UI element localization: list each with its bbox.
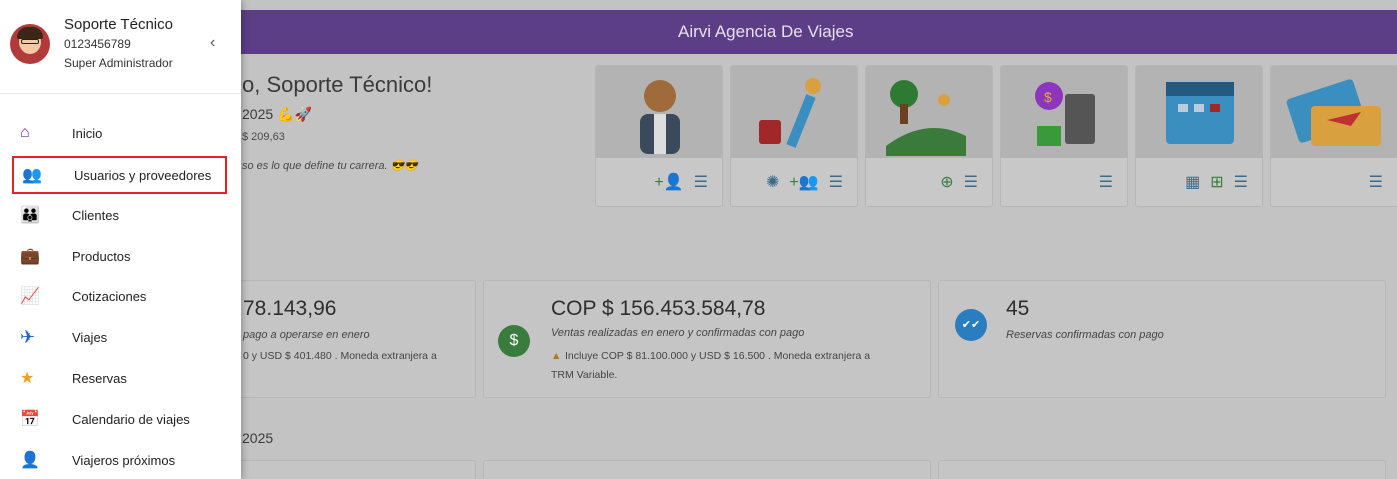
svg-text:$: $ — [1044, 89, 1052, 105]
sidebar-item-inicio[interactable]: ⌂ Inicio — [12, 115, 227, 151]
stat-description: pago a operarse en enero — [243, 329, 370, 341]
stat-description: Ventas realizadas en enero y confirmadas… — [551, 327, 805, 339]
card-users[interactable]: +👤 ☰ — [595, 65, 723, 207]
user-phone: 0123456789 — [64, 37, 131, 51]
avatar[interactable] — [10, 24, 50, 64]
sidebar-item-calendario[interactable]: 📅 Calendario de viajes — [12, 401, 227, 437]
sidebar-item-label: Inicio — [72, 125, 103, 141]
list-icon[interactable]: ☰ — [1369, 172, 1383, 192]
stat-card-sales: $ COP $ 156.453.584,78 Ventas realizadas… — [483, 280, 931, 398]
sidebar-item-label: Viajes — [72, 329, 108, 345]
home-icon: ⌂ — [20, 124, 30, 141]
calculator-icon: $ — [1001, 66, 1127, 158]
stat-description: Reservas confirmadas con pago — [1006, 329, 1164, 341]
stat-card-operations: 78.143,96 pago a operarse en enero 0 y U… — [230, 280, 476, 398]
users-icon: 👥 — [22, 167, 42, 184]
list-icon[interactable]: ☰ — [694, 172, 708, 192]
sidebar-item-usuarios[interactable]: 👥 Usuarios y proveedores — [12, 156, 227, 194]
quote-icon: 📈 — [20, 288, 40, 305]
stat-amount: 45 — [1006, 297, 1030, 320]
sidebar-item-label: Usuarios y proveedores — [74, 167, 212, 183]
user-role: Super Administrador — [64, 56, 173, 70]
sidebar-item-reservas[interactable]: ★ Reservas — [12, 360, 227, 396]
stat-note: Incluye COP $ 81.100.000 y USD $ 16.500 … — [565, 350, 871, 362]
motivational-quote: so es lo que define tu carrera. 😎😎 — [242, 160, 418, 172]
add-user-icon[interactable]: +👤 — [654, 172, 683, 192]
sidebar-item-label: Clientes — [72, 207, 119, 223]
sidebar-item-productos[interactable]: 💼 Productos — [12, 238, 227, 274]
month-heading: 2025 — [242, 430, 274, 446]
plane-icon: ✈ — [20, 326, 36, 347]
lower-card — [938, 460, 1386, 479]
exchange-rate: $ 209,63 — [242, 131, 285, 143]
clients-icon: 👪 — [20, 207, 40, 224]
calendar-icon — [1136, 66, 1262, 158]
landscape-icon — [866, 66, 992, 158]
app-title: Airvi Agencia De Viajes — [678, 22, 854, 41]
sidebar-item-viajes[interactable]: ✈ Viajes — [12, 319, 227, 355]
dollar-icon: $ — [498, 325, 530, 357]
sidebar-item-label: Productos — [72, 248, 131, 264]
warning-icon: ▲ — [551, 350, 562, 362]
double-check-icon: ✔✔ — [955, 309, 987, 341]
stat-note: 0 y USD $ 401.480 . Moneda extranjera a — [243, 350, 437, 362]
sidebar-item-label: Calendario de viajes — [72, 411, 190, 427]
calendar-check-icon: 📅 — [20, 411, 40, 428]
list-icon[interactable]: ☰ — [964, 172, 978, 192]
stat-amount: 78.143,96 — [243, 297, 337, 320]
chevron-left-icon[interactable]: ‹ — [210, 34, 215, 52]
traveler-icon — [731, 66, 857, 158]
user-name: Soporte Técnico — [64, 16, 173, 33]
card-products[interactable]: ⊕ ☰ — [865, 65, 993, 207]
list-icon[interactable]: ☰ — [1099, 172, 1113, 192]
add-circle-icon[interactable]: ⊕ — [940, 172, 953, 192]
lower-card — [230, 460, 476, 479]
travelers-icon: 👤 — [20, 452, 40, 469]
card-trips[interactable]: ✺ +👥 ☰ — [730, 65, 858, 207]
divider — [0, 93, 241, 94]
discount-icon[interactable]: ✺ — [766, 172, 779, 192]
sidebar-item-clientes[interactable]: 👪 Clientes — [12, 197, 227, 233]
welcome-date: 2025 💪🚀 — [242, 106, 312, 122]
sidebar-item-label: Viajeros próximos — [72, 452, 176, 468]
sidebar-item-viajeros[interactable]: 👤 Viajeros próximos — [12, 442, 227, 478]
calendar-add-icon[interactable]: ⊞ — [1210, 172, 1223, 192]
agent-icon — [596, 66, 722, 158]
card-quotes[interactable]: $ ☰ — [1000, 65, 1128, 207]
ticket-icon — [1271, 66, 1397, 158]
add-group-icon[interactable]: +👥 — [789, 172, 818, 192]
card-calendar[interactable]: ▦ ⊞ ☰ — [1135, 65, 1263, 207]
lower-card — [483, 460, 931, 479]
calendar-view-icon[interactable]: ▦ — [1185, 172, 1200, 192]
star-ticket-icon: ★ — [20, 370, 35, 387]
sidebar-item-cotizaciones[interactable]: 📈 Cotizaciones — [12, 278, 227, 314]
list-icon[interactable]: ☰ — [1234, 172, 1248, 192]
stat-card-bookings: ✔✔ 45 Reservas confirmadas con pago — [938, 280, 1386, 398]
list-icon[interactable]: ☰ — [829, 172, 843, 192]
sidebar-item-label: Reservas — [72, 370, 127, 386]
briefcase-icon: 💼 — [20, 248, 40, 265]
sidebar-item-label: Cotizaciones — [72, 288, 147, 304]
stat-amount: COP $ 156.453.584,78 — [551, 297, 766, 320]
stat-note-continued: TRM Variable. — [551, 369, 618, 381]
welcome-greeting: o, Soporte Técnico! — [242, 72, 433, 97]
card-bookings[interactable]: ☰ — [1270, 65, 1397, 207]
side-drawer: Soporte Técnico 0123456789 Super Adminis… — [0, 0, 241, 479]
